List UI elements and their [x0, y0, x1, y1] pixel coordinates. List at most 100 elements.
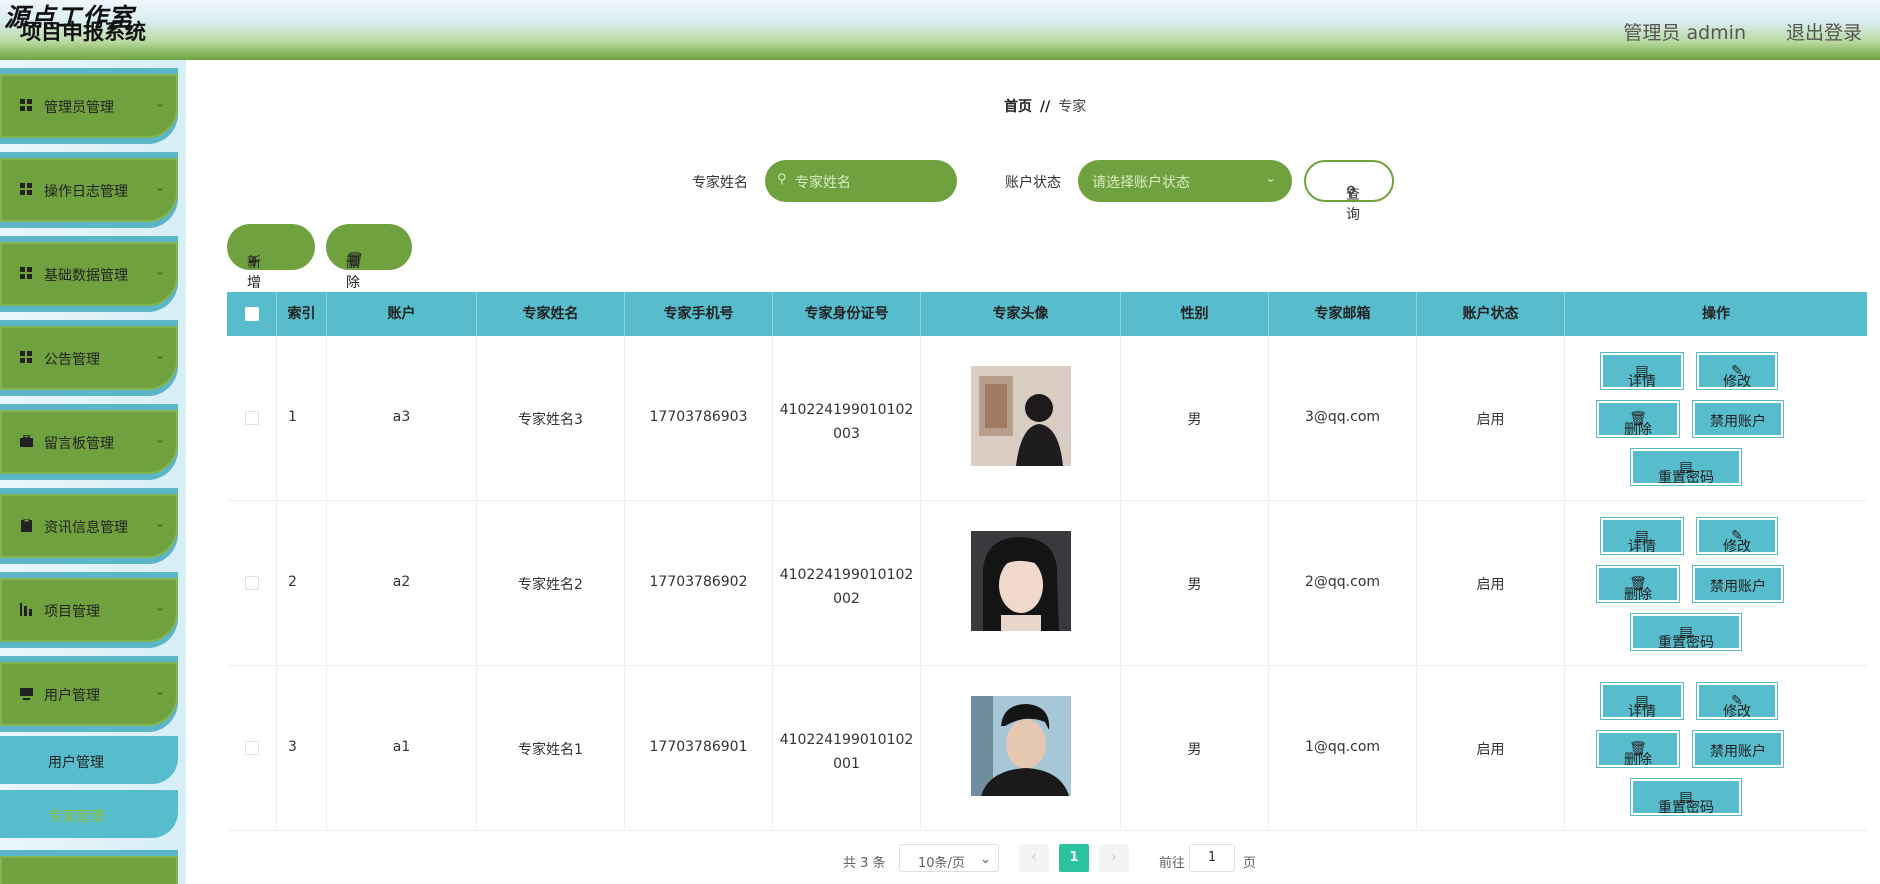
page-size-select[interactable]: 10条/页 ⌄	[899, 844, 999, 872]
col-avatar: 专家头像	[921, 292, 1121, 336]
reset-password-button[interactable]: ▤ 重置密码	[1630, 613, 1742, 651]
cell-index: 2	[288, 574, 297, 590]
col-account: 账户	[327, 292, 477, 336]
edit-button[interactable]: ✎ 修改	[1696, 682, 1778, 720]
sidebar-item-more[interactable]	[0, 850, 178, 884]
cell-phone: 17703786902	[649, 574, 748, 590]
detail-button[interactable]: ▤ 详情	[1600, 682, 1684, 720]
prev-page-button[interactable]: ‹	[1019, 844, 1049, 872]
chevron-down-icon: ⌄	[155, 516, 166, 530]
breadcrumb-home[interactable]: 首页	[1004, 99, 1032, 115]
sidebar-item-guestbook[interactable]: 留言板管理 ⌄	[0, 404, 178, 480]
cell-account: a2	[392, 574, 411, 590]
col-idcard: 专家身份证号	[773, 292, 921, 336]
page-number-current[interactable]: 1	[1059, 844, 1089, 872]
row-delete-button[interactable]: 🗑 删除	[1596, 400, 1680, 438]
table-row: 1 a3 专家姓名3 17703786903 410224199010102 00…	[227, 336, 1867, 501]
sidebar-item-users[interactable]: 用户管理 ⌄	[0, 656, 178, 732]
sidebar-item-label: 留言板管理	[44, 436, 114, 452]
monitor-icon	[20, 687, 34, 701]
cell-status: 启用	[1476, 577, 1505, 593]
sidebar-item-notice[interactable]: 公告管理 ⌄	[0, 320, 178, 396]
chevron-down-icon: ⌄	[155, 264, 166, 278]
sidebar: 管理员管理 ⌄ 操作日志管理 ⌄ 基础数据管理 ⌄ 公告管理 ⌄ 留言板管理 ⌄	[0, 60, 186, 884]
cell-idcard-line2: 002	[833, 591, 860, 607]
row-checkbox[interactable]	[245, 741, 259, 755]
edit-button[interactable]: ✎ 修改	[1696, 517, 1778, 555]
sidebar-item-oplog[interactable]: 操作日志管理 ⌄	[0, 152, 178, 228]
sidebar-item-admin[interactable]: 管理员管理 ⌄	[0, 68, 178, 144]
sidebar-subitem-label: 专家管理	[48, 809, 104, 825]
goto-page-input[interactable]: 1	[1189, 844, 1235, 872]
status-label: 账户状态	[1005, 175, 1061, 191]
chart-icon	[20, 603, 34, 617]
breadcrumb-separator: //	[1040, 99, 1051, 115]
chevron-down-icon: ⌄	[155, 348, 166, 362]
cell-name: 专家姓名1	[518, 742, 583, 758]
col-status: 账户状态	[1417, 292, 1565, 336]
pagination: 共 3 条 10条/页 ⌄ ‹ 1 › 前往 1 页	[186, 844, 1880, 874]
sidebar-item-label: 项目管理	[44, 604, 100, 620]
col-name: 专家姓名	[477, 292, 625, 336]
status-select[interactable]: 请选择账户状态 ⌄	[1078, 160, 1292, 202]
grid-icon	[20, 99, 34, 113]
chevron-down-icon: ⌄	[980, 852, 991, 867]
brand: 项目申报系统 源点工作室	[0, 0, 180, 60]
cell-email: 2@qq.com	[1304, 574, 1381, 590]
select-all-checkbox[interactable]	[245, 307, 259, 321]
detail-button[interactable]: ▤ 详情	[1600, 352, 1684, 390]
cell-idcard-line1: 410224199010102	[779, 567, 914, 583]
sidebar-subitem-experts[interactable]: 专家管理	[0, 790, 178, 838]
cell-status: 启用	[1476, 412, 1505, 428]
row-delete-button[interactable]: 🗑 删除	[1596, 730, 1680, 768]
sidebar-subitem-label: 用户管理	[48, 755, 104, 771]
disable-account-button[interactable]: 禁用账户	[1692, 730, 1784, 768]
sidebar-item-basedata[interactable]: 基础数据管理 ⌄	[0, 236, 178, 312]
cell-email: 1@qq.com	[1304, 739, 1381, 755]
cell-index: 1	[288, 409, 297, 425]
col-phone: 专家手机号	[625, 292, 773, 336]
sidebar-item-label: 资讯信息管理	[44, 520, 128, 536]
sidebar-subitem-users[interactable]: 用户管理	[0, 736, 178, 784]
col-gender: 性别	[1121, 292, 1269, 336]
cell-idcard-line2: 003	[833, 426, 860, 442]
row-checkbox[interactable]	[245, 411, 259, 425]
col-index: 索引	[277, 292, 327, 336]
page-suffix: 页	[1243, 856, 1257, 871]
next-page-button[interactable]: ›	[1099, 844, 1129, 872]
cell-name: 专家姓名3	[518, 412, 583, 428]
logout-link[interactable]: 退出登录	[1786, 18, 1862, 45]
disable-account-button[interactable]: 禁用账户	[1692, 400, 1784, 438]
avatar	[971, 696, 1071, 796]
cell-account: a3	[392, 409, 411, 425]
clipboard-icon	[20, 518, 34, 533]
delete-button[interactable]: 🗑 删除	[326, 224, 412, 291]
current-user: 管理员 admin	[1623, 22, 1746, 44]
sidebar-item-label: 基础数据管理	[44, 268, 128, 284]
grid-icon	[20, 267, 34, 281]
name-search-input[interactable]: ⚲ 专家姓名	[765, 160, 957, 202]
sidebar-item-project[interactable]: 项目管理 ⌄	[0, 572, 178, 648]
cell-gender: 男	[1187, 412, 1202, 428]
query-button[interactable]: 查询 ⚲	[1304, 160, 1394, 223]
disable-account-button[interactable]: 禁用账户	[1692, 565, 1784, 603]
detail-button[interactable]: ▤ 详情	[1600, 517, 1684, 555]
search-icon: ⚲	[777, 172, 787, 187]
table-row: 2 a2 专家姓名2 17703786902 410224199010102 00…	[227, 501, 1867, 666]
status-placeholder: 请选择账户状态	[1092, 175, 1190, 191]
row-delete-button[interactable]: 🗑 删除	[1596, 565, 1680, 603]
cell-account: a1	[392, 739, 411, 755]
cell-gender: 男	[1187, 577, 1202, 593]
row-checkbox[interactable]	[245, 576, 259, 590]
cell-phone: 17703786903	[649, 409, 748, 425]
reset-password-button[interactable]: ▤ 重置密码	[1630, 448, 1742, 486]
avatar	[971, 366, 1071, 466]
reset-password-button[interactable]: ▤ 重置密码	[1630, 778, 1742, 816]
sidebar-item-news[interactable]: 资讯信息管理 ⌄	[0, 488, 178, 564]
add-button[interactable]: ＋ 新增	[227, 224, 315, 291]
chevron-down-icon: ⌄	[155, 684, 166, 698]
chevron-down-icon: ⌄	[1265, 171, 1276, 186]
edit-button[interactable]: ✎ 修改	[1696, 352, 1778, 390]
cell-name: 专家姓名2	[518, 577, 583, 593]
grid-icon	[20, 351, 34, 365]
